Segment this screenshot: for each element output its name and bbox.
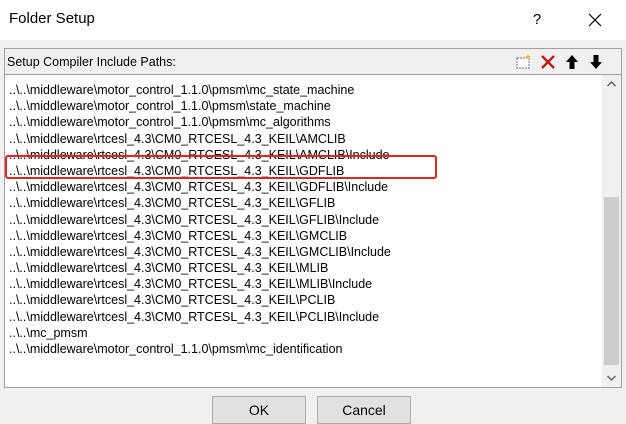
close-icon: [588, 13, 602, 27]
window-title: Folder Setup: [9, 10, 95, 27]
new-folder-icon: [516, 54, 531, 69]
group-header: Setup Compiler Include Paths:: [5, 49, 621, 75]
move-down-icon: [590, 55, 602, 69]
new-folder-button[interactable]: [513, 52, 535, 72]
close-button[interactable]: [583, 8, 607, 32]
path-list-item[interactable]: ..\..\middleware\rtcesl_4.3\CM0_RTCESL_4…: [5, 244, 602, 260]
path-list-item[interactable]: ..\..\middleware\rtcesl_4.3\CM0_RTCESL_4…: [5, 212, 602, 228]
path-list-item[interactable]: ..\..\middleware\rtcesl_4.3\CM0_RTCESL_4…: [5, 195, 602, 211]
path-list-item[interactable]: ..\..\middleware\rtcesl_4.3\CM0_RTCESL_4…: [5, 179, 602, 195]
vertical-scrollbar[interactable]: [602, 75, 621, 387]
title-bar: Folder Setup ?: [0, 0, 626, 40]
path-list-item[interactable]: ..\..\middleware\rtcesl_4.3\CM0_RTCESL_4…: [5, 228, 602, 244]
path-list-item[interactable]: ..\..\middleware\motor_control_1.1.0\pms…: [5, 341, 602, 357]
scroll-down-button[interactable]: [602, 369, 621, 387]
path-list-item[interactable]: ..\..\middleware\rtcesl_4.3\CM0_RTCESL_4…: [5, 260, 602, 276]
highlight-annotation: [5, 155, 437, 179]
delete-icon: [541, 55, 555, 69]
move-down-button[interactable]: [585, 52, 607, 72]
path-list-item[interactable]: ..\..\middleware\rtcesl_4.3\CM0_RTCESL_4…: [5, 131, 602, 147]
include-paths-group: Setup Compiler Include Paths: ..\..\midd…: [4, 48, 622, 388]
scroll-up-button[interactable]: [602, 75, 621, 93]
path-list-item[interactable]: ..\..\middleware\rtcesl_4.3\CM0_RTCESL_4…: [5, 292, 602, 308]
path-list-item[interactable]: ..\..\middleware\rtcesl_4.3\CM0_RTCESL_4…: [5, 309, 602, 325]
chevron-down-icon: [606, 375, 617, 382]
move-up-button[interactable]: [561, 52, 583, 72]
group-label: Setup Compiler Include Paths:: [7, 55, 176, 69]
delete-button[interactable]: [537, 52, 559, 72]
path-list-item[interactable]: ..\..\middleware\rtcesl_4.3\CM0_RTCESL_4…: [5, 276, 602, 292]
help-button[interactable]: ?: [525, 8, 549, 32]
path-list-item[interactable]: ..\..\middleware\motor_control_1.1.0\pms…: [5, 114, 602, 130]
cancel-button[interactable]: Cancel: [317, 396, 411, 424]
path-list-item[interactable]: ..\..\middleware\motor_control_1.1.0\pms…: [5, 98, 602, 114]
include-paths-list[interactable]: ..\..\middleware\motor_control_1.1.0\pms…: [5, 75, 621, 387]
scroll-thumb[interactable]: [604, 197, 619, 365]
path-list-item[interactable]: ..\..\middleware\motor_control_1.1.0\pms…: [5, 82, 602, 98]
path-list-item[interactable]: ..\..\mc_pmsm: [5, 325, 602, 341]
chevron-up-icon: [606, 80, 617, 87]
ok-button[interactable]: OK: [212, 396, 306, 424]
path-rows: ..\..\middleware\motor_control_1.1.0\pms…: [5, 82, 602, 357]
move-up-icon: [566, 55, 578, 69]
